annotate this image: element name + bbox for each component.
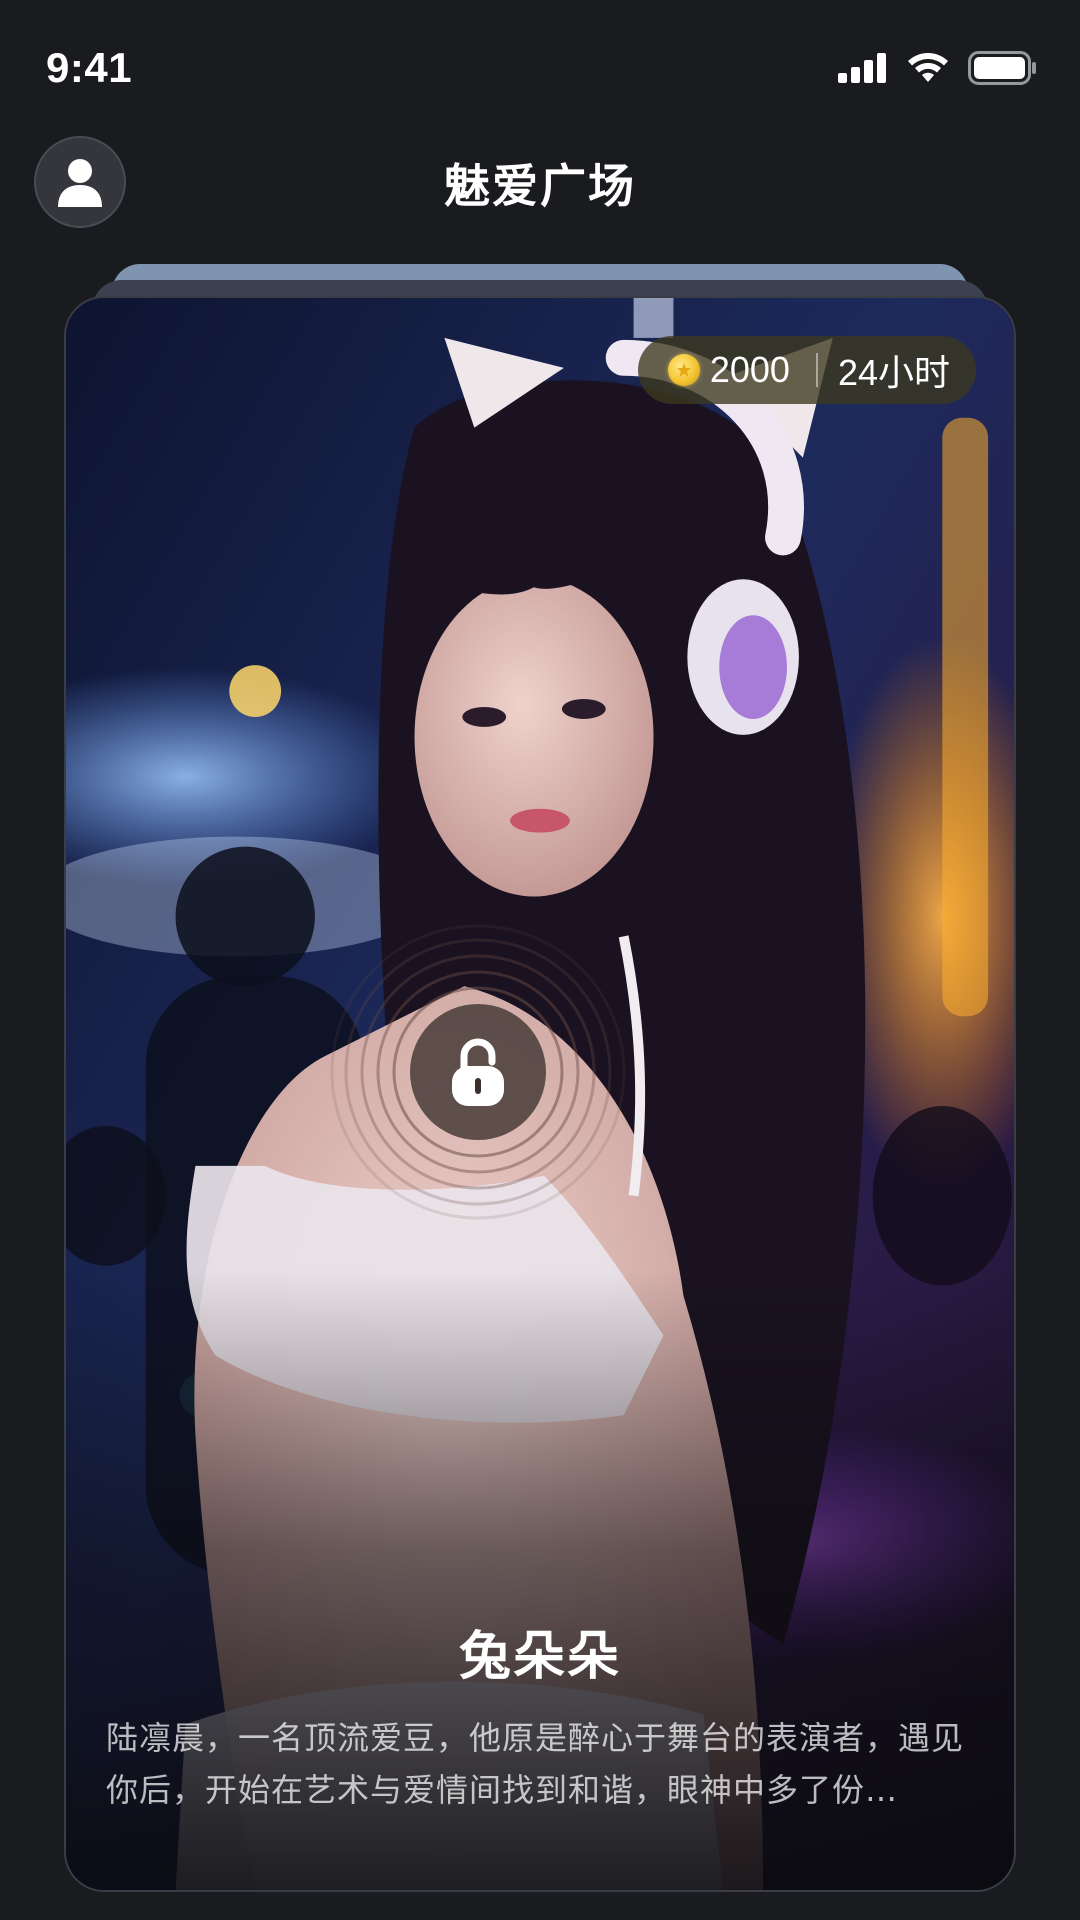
status-icons (838, 50, 1038, 86)
lock-circle (410, 1004, 546, 1140)
price-value: 2000 (709, 349, 790, 390)
status-bar: 9:41 (0, 0, 1080, 130)
lock-icon (452, 1038, 504, 1106)
character-card[interactable]: 2000 24小时 兔朵朵 陆凛晨，一名顶流爱豆，他原是醉心于舞台的表演者，遇见… (64, 296, 1016, 1892)
battery-icon (968, 51, 1036, 85)
price-duration: 24小时 (837, 352, 950, 393)
character-name: 兔朵朵 (458, 1627, 621, 1687)
price-badge: 2000 24小时 (637, 336, 976, 404)
screen: 9:41 魅爱广场 2000 24小时 兔朵朵 陆凛晨，一名顶流爱豆，他原是醉心… (0, 0, 1080, 1920)
coin-icon (667, 354, 700, 386)
character-description: 陆凛晨，一名顶流爱豆，他原是醉心于舞台的表演者，遇见你后，开始在艺术与爱情间找到… (106, 1719, 965, 1809)
status-time: 9:41 (46, 44, 133, 91)
wifi-icon (908, 53, 948, 82)
unlock-button[interactable] (328, 922, 628, 1222)
page-title: 魅爱广场 (444, 159, 636, 213)
price-divider (815, 353, 818, 387)
signal-icon (838, 53, 886, 83)
